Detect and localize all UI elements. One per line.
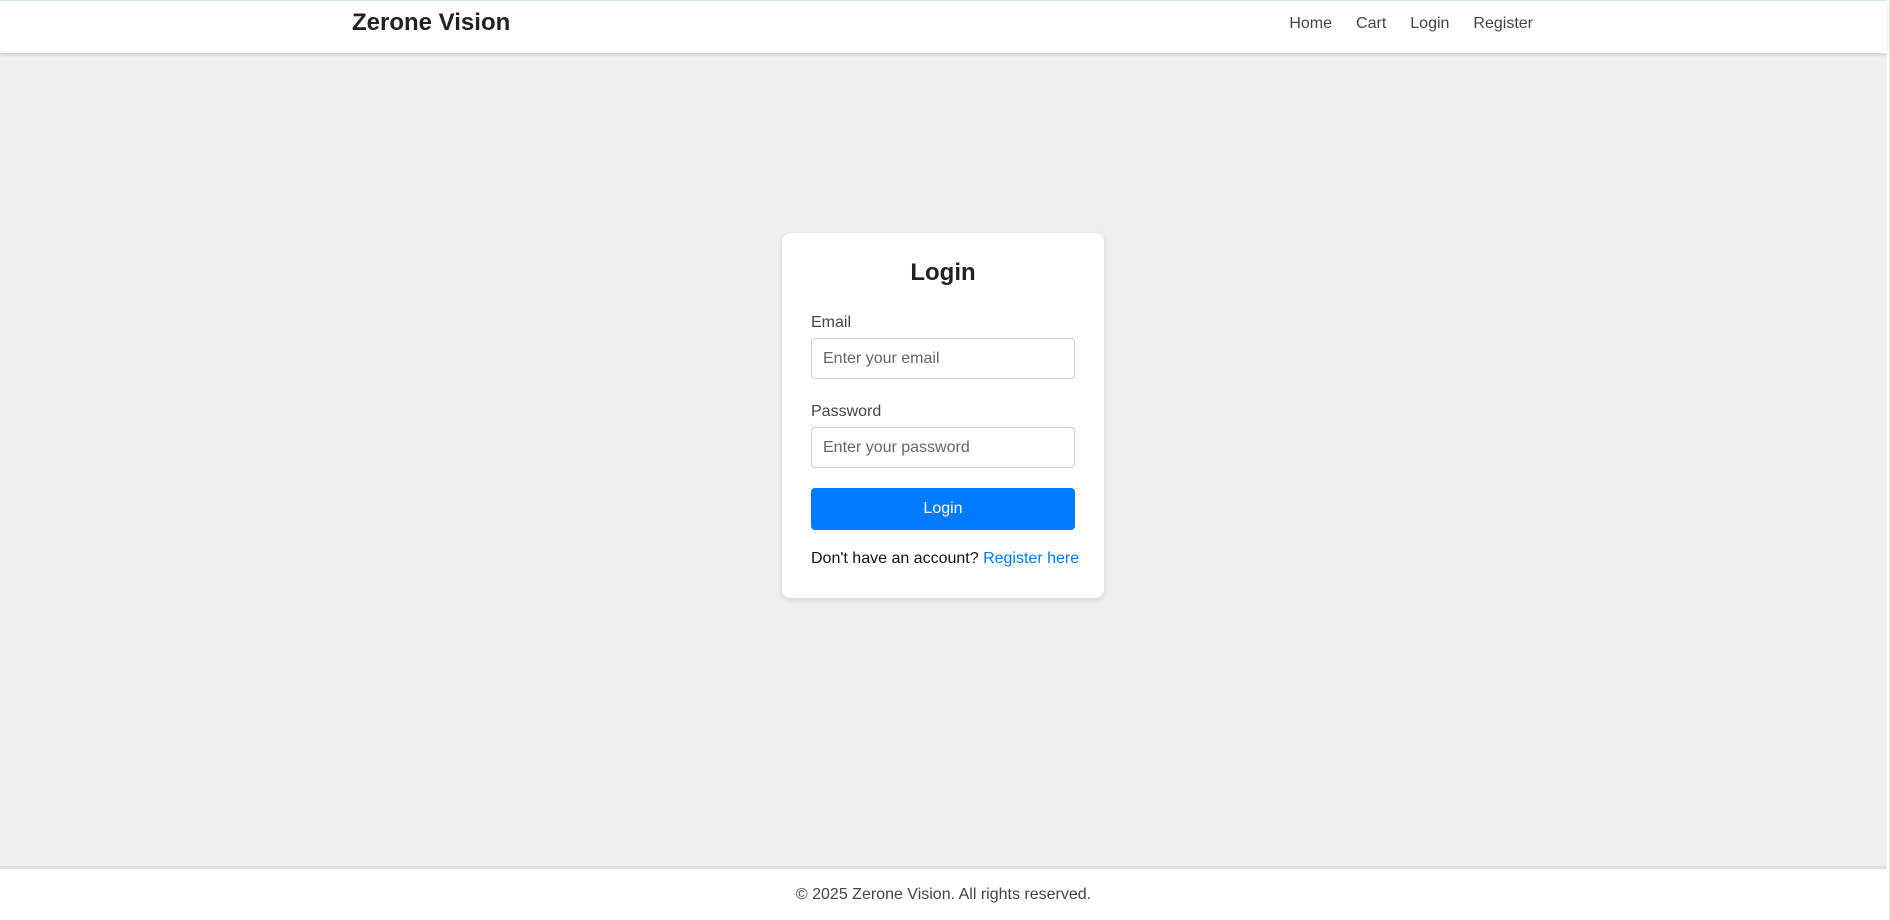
site-footer: © 2025 Zerone Vision. All rights reserve… <box>0 866 1887 920</box>
password-input[interactable] <box>811 427 1075 468</box>
login-card: Login Email Password Login Don't have an… <box>782 233 1104 598</box>
nav-cart-link[interactable]: Cart <box>1356 15 1386 33</box>
register-prompt-line: Don't have an account? Register here <box>811 550 1079 568</box>
register-here-link[interactable]: Register here <box>983 550 1079 567</box>
password-label: Password <box>811 403 882 420</box>
nav-home-link[interactable]: Home <box>1289 15 1332 33</box>
nav-register-link[interactable]: Register <box>1473 15 1533 33</box>
main-navigation: Home Cart Login Register <box>1289 15 1533 33</box>
register-prompt-text: Don't have an account? <box>811 550 979 567</box>
page-background: Zerone Vision Home Cart Login Register L… <box>0 0 1887 920</box>
site-brand[interactable]: Zerone Vision <box>352 11 510 35</box>
email-input[interactable] <box>811 338 1075 379</box>
nav-login-link[interactable]: Login <box>1410 15 1449 33</box>
footer-copyright: © 2025 Zerone Vision. All rights reserve… <box>795 886 1092 903</box>
site-header: Zerone Vision Home Cart Login Register <box>0 0 1887 53</box>
login-submit-button[interactable]: Login <box>811 488 1075 530</box>
browser-viewport: Zerone Vision Home Cart Login Register L… <box>0 0 1890 920</box>
login-title: Login <box>910 259 976 286</box>
email-label: Email <box>811 314 852 331</box>
